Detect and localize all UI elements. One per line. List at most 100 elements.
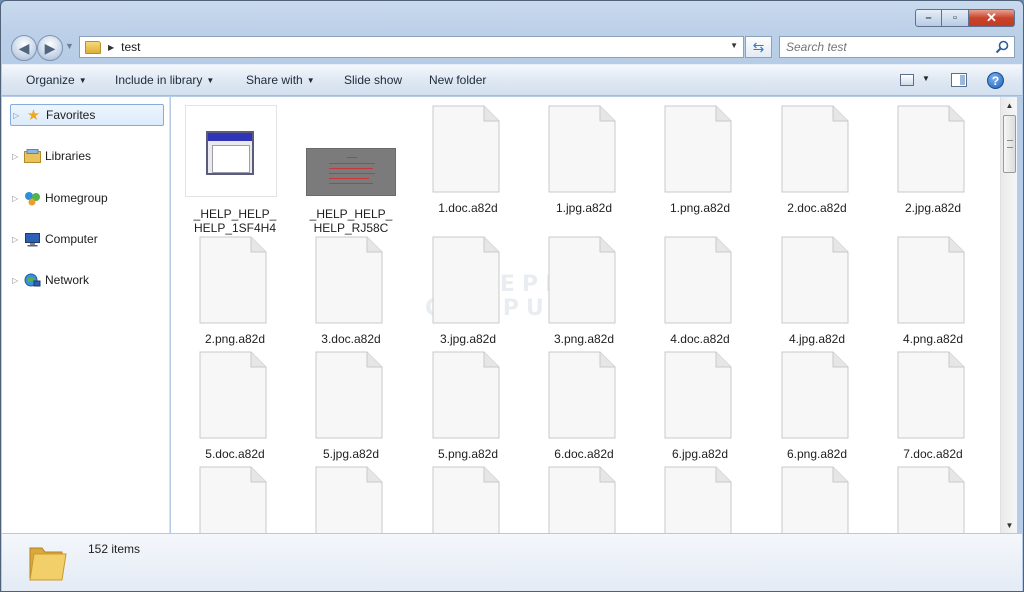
file-name: 2.doc.a82d — [787, 201, 847, 215]
slide-show-button[interactable]: Slide show — [344, 73, 402, 87]
sidebar-item-favorites[interactable]: ▷ ★ Favorites — [10, 104, 164, 126]
include-in-library-menu[interactable]: Include in library ▼ — [115, 73, 214, 87]
chevron-down-icon: ▼ — [206, 76, 215, 85]
file-item[interactable] — [534, 466, 634, 533]
back-arrow-icon: ◀ — [18, 39, 30, 56]
document-icon — [315, 236, 383, 324]
document-icon — [664, 466, 732, 533]
document-icon — [897, 466, 965, 533]
file-item[interactable] — [301, 466, 401, 533]
file-item[interactable] — [650, 466, 750, 533]
view-options-dropdown-icon[interactable]: ▼ — [922, 74, 930, 83]
share-with-label: Share with — [246, 73, 303, 87]
breadcrumb-current-folder[interactable]: test — [121, 40, 140, 54]
organize-label: Organize — [26, 73, 75, 87]
maximize-button[interactable]: ▫ — [942, 9, 969, 27]
file-item[interactable]: 1.jpg.a82d — [534, 105, 634, 245]
file-name: 4.jpg.a82d — [788, 332, 846, 346]
computer-icon — [24, 232, 41, 247]
document-icon — [432, 105, 500, 193]
breadcrumb-arrow-icon[interactable]: ▶ — [108, 43, 114, 52]
file-item[interactable]: 2.doc.a82d — [767, 105, 867, 245]
document-icon — [897, 351, 965, 439]
libraries-icon — [24, 149, 41, 164]
organize-menu[interactable]: Organize ▼ — [26, 73, 87, 87]
file-name: 3.doc.a82d — [321, 332, 381, 346]
navigation-pane: ▷ ★ Favorites ▷ Libraries ▷ Homegroup ▷ … — [2, 97, 170, 533]
address-bar[interactable]: ▶ test ▼ — [79, 36, 744, 58]
share-with-menu[interactable]: Share with ▼ — [246, 73, 315, 87]
document-icon — [781, 105, 849, 193]
sidebar-item-computer[interactable]: ▷ Computer — [10, 228, 164, 250]
file-name: 5.doc.a82d — [205, 447, 265, 461]
file-item[interactable]: 1.doc.a82d — [418, 105, 518, 245]
grip-icon — [1007, 140, 1013, 148]
document-icon — [664, 105, 732, 193]
file-name: 3.png.a82d — [553, 332, 615, 346]
chevron-down-icon: ▼ — [306, 76, 315, 85]
document-icon — [432, 236, 500, 324]
preview-pane-icon[interactable] — [951, 73, 967, 87]
sidebar-item-label: Computer — [45, 232, 98, 246]
help-icon[interactable]: ? — [987, 72, 1004, 89]
file-item[interactable]: 1.png.a82d — [650, 105, 750, 245]
file-item[interactable] — [883, 466, 983, 533]
file-name: 2.png.a82d — [204, 332, 266, 346]
expand-arrow-icon[interactable]: ▷ — [12, 276, 22, 285]
scrollbar-thumb[interactable] — [1003, 115, 1016, 173]
close-button[interactable]: ✕ — [969, 9, 1015, 27]
sidebar-item-label: Homegroup — [45, 191, 108, 205]
scroll-down-icon[interactable]: ▼ — [1001, 517, 1018, 533]
sidebar-item-network[interactable]: ▷ Network — [10, 269, 164, 291]
homegroup-icon — [24, 191, 41, 206]
png-thumbnail — [306, 148, 396, 196]
file-item[interactable] — [418, 466, 518, 533]
file-name: 6.png.a82d — [786, 447, 848, 461]
file-name: 1.doc.a82d — [438, 201, 498, 215]
file-item[interactable]: _HELP_HELP_HELP_RJ58C_.png — [301, 105, 401, 249]
expand-arrow-icon[interactable]: ▷ — [12, 194, 22, 203]
file-item[interactable]: _HELP_HELP_HELP_1SF4H4_.hta — [185, 105, 285, 249]
scroll-up-icon[interactable]: ▲ — [1001, 97, 1018, 113]
file-name: 2.jpg.a82d — [904, 201, 962, 215]
search-input[interactable] — [786, 40, 986, 54]
file-item[interactable]: 2.jpg.a82d — [883, 105, 983, 245]
document-icon — [315, 466, 383, 533]
file-name: 3.jpg.a82d — [439, 332, 497, 346]
new-folder-button[interactable]: New folder — [429, 73, 486, 87]
sidebar-item-homegroup[interactable]: ▷ Homegroup — [10, 187, 164, 209]
sidebar-item-label: Network — [45, 273, 90, 287]
file-item[interactable] — [767, 466, 867, 533]
expand-arrow-icon[interactable]: ▷ — [13, 111, 23, 120]
search-icon[interactable] — [995, 40, 1009, 54]
document-icon — [664, 236, 732, 324]
file-name: 1.png.a82d — [669, 201, 731, 215]
document-icon — [199, 351, 267, 439]
file-name: 1.jpg.a82d — [555, 201, 613, 215]
document-icon — [664, 351, 732, 439]
refresh-button[interactable]: ⇆ — [745, 36, 772, 58]
change-view-icon[interactable] — [900, 74, 914, 86]
forward-button[interactable]: ▶ — [37, 35, 63, 61]
recent-pages-dropdown-icon[interactable]: ▼ — [65, 41, 74, 51]
network-icon — [24, 273, 41, 288]
explorer-window: – ▫ ✕ ◀ ▶ ▼ ▶ test ▼ ⇆ Organize▼ Include… — [0, 0, 1024, 592]
sidebar-item-libraries[interactable]: ▷ Libraries — [10, 145, 164, 167]
file-name: 4.png.a82d — [902, 332, 964, 346]
document-icon — [548, 105, 616, 193]
file-name: 5.png.a82d — [437, 447, 499, 461]
minimize-button[interactable]: – — [915, 9, 942, 27]
expand-arrow-icon[interactable]: ▷ — [12, 152, 22, 161]
hta-file-icon — [185, 105, 277, 197]
back-button[interactable]: ◀ — [11, 35, 37, 61]
expand-arrow-icon[interactable]: ▷ — [12, 235, 22, 244]
item-count: 152 items — [88, 542, 141, 556]
document-icon — [897, 236, 965, 324]
address-dropdown-icon[interactable]: ▼ — [730, 41, 738, 50]
file-item[interactable] — [185, 466, 285, 533]
search-box[interactable] — [779, 36, 1015, 58]
file-name: 6.doc.a82d — [554, 447, 614, 461]
chevron-down-icon: ▼ — [78, 76, 87, 85]
vertical-scrollbar[interactable]: ▲ ▼ — [1000, 97, 1017, 533]
file-name: 7.doc.a82d — [903, 447, 963, 461]
